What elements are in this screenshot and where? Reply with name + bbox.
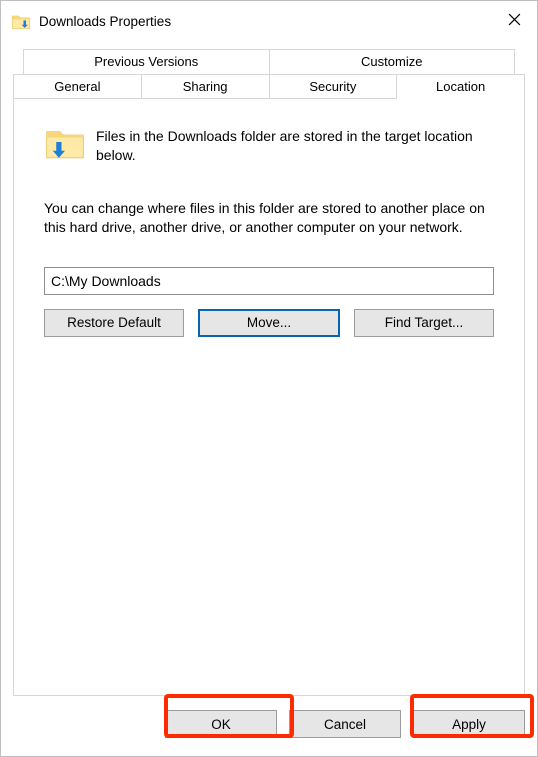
properties-window: Downloads Properties Previous Versions C… [0,0,538,757]
tab-location[interactable]: Location [396,74,525,99]
description-text: You can change where files in this folde… [44,199,494,237]
ok-button[interactable]: OK [165,710,277,738]
tab-general[interactable]: General [13,74,142,99]
window-title: Downloads Properties [39,14,491,29]
downloads-folder-icon [11,11,31,31]
tabs: Previous Versions Customize General Shar… [13,49,525,696]
tab-page-location: Files in the Downloads folder are stored… [13,98,525,696]
downloads-folder-large-icon [44,121,86,163]
location-button-row: Restore Default Move... Find Target... [44,309,494,337]
tab-row-2: General Sharing Security Location [13,74,525,99]
restore-default-button[interactable]: Restore Default [44,309,184,337]
tab-row-1: Previous Versions Customize [13,49,525,74]
tab-security[interactable]: Security [269,74,398,99]
info-row: Files in the Downloads folder are stored… [44,127,494,165]
apply-button[interactable]: Apply [413,710,525,738]
close-icon [508,13,521,29]
location-path-input[interactable] [44,267,494,295]
cancel-button[interactable]: Cancel [289,710,401,738]
move-button[interactable]: Move... [198,309,340,337]
close-button[interactable] [491,5,537,37]
info-text: Files in the Downloads folder are stored… [96,127,494,165]
tab-customize[interactable]: Customize [269,49,516,74]
find-target-button[interactable]: Find Target... [354,309,494,337]
dialog-footer: OK Cancel Apply [13,696,525,746]
dialog-body: Previous Versions Customize General Shar… [1,41,537,756]
titlebar: Downloads Properties [1,1,537,41]
tab-previous-versions[interactable]: Previous Versions [23,49,270,74]
tab-sharing[interactable]: Sharing [141,74,270,99]
